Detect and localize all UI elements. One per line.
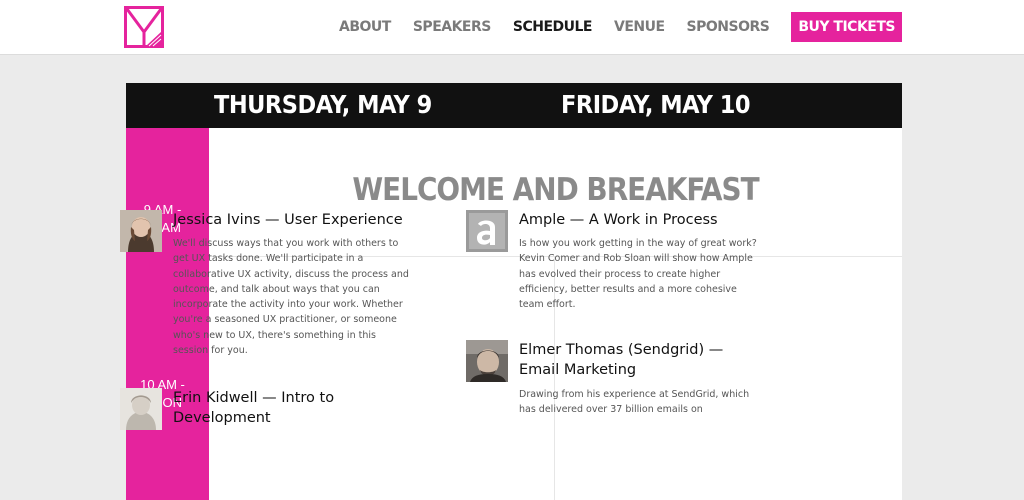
session-title[interactable]: Ample — A Work in Process — [519, 210, 759, 230]
nav-about-link[interactable]: ABOUT — [339, 19, 391, 35]
session-description: Is how you work getting in the way of gr… — [519, 238, 757, 311]
welcome-heading: WELCOME AND BREAKFAST — [352, 172, 759, 208]
day-tab-thursday[interactable]: THURSDAY, MAY 9 — [214, 90, 432, 119]
session-title[interactable]: Erin Kidwell — Intro to Development — [173, 388, 413, 428]
nav-schedule-link[interactable]: SCHEDULE — [513, 19, 593, 35]
nav-speakers-link[interactable]: SPEAKERS — [413, 19, 492, 35]
speaker-avatar — [466, 340, 508, 382]
nav-venue-link[interactable]: VENUE — [614, 19, 665, 35]
m-monogram-logo-icon[interactable] — [124, 6, 164, 48]
nav-sponsors-link[interactable]: SPONSORS — [687, 19, 770, 35]
buy-tickets-button[interactable]: BUY TICKETS — [791, 12, 902, 42]
speaker-avatar — [120, 210, 162, 252]
session-title[interactable]: Elmer Thomas (Sendgrid) — Email Marketin… — [519, 340, 759, 380]
main-nav: ABOUT SPEAKERS SCHEDULE VENUE SPONSORS B… — [317, 12, 902, 42]
day-tab-friday[interactable]: FRIDAY, MAY 10 — [561, 90, 751, 119]
day-header-bar: THURSDAY, MAY 9 FRIDAY, MAY 10 — [126, 83, 902, 128]
top-navbar: ABOUT SPEAKERS SCHEDULE VENUE SPONSORS B… — [0, 0, 1024, 55]
speaker-avatar — [120, 388, 162, 430]
session-description: We'll discuss ways that you work with ot… — [173, 238, 409, 357]
session-title[interactable]: Jessica Ivins — User Experience — [173, 210, 413, 230]
session-description: Drawing from his experience at SendGrid,… — [519, 389, 750, 416]
ample-logo-icon — [466, 210, 508, 252]
